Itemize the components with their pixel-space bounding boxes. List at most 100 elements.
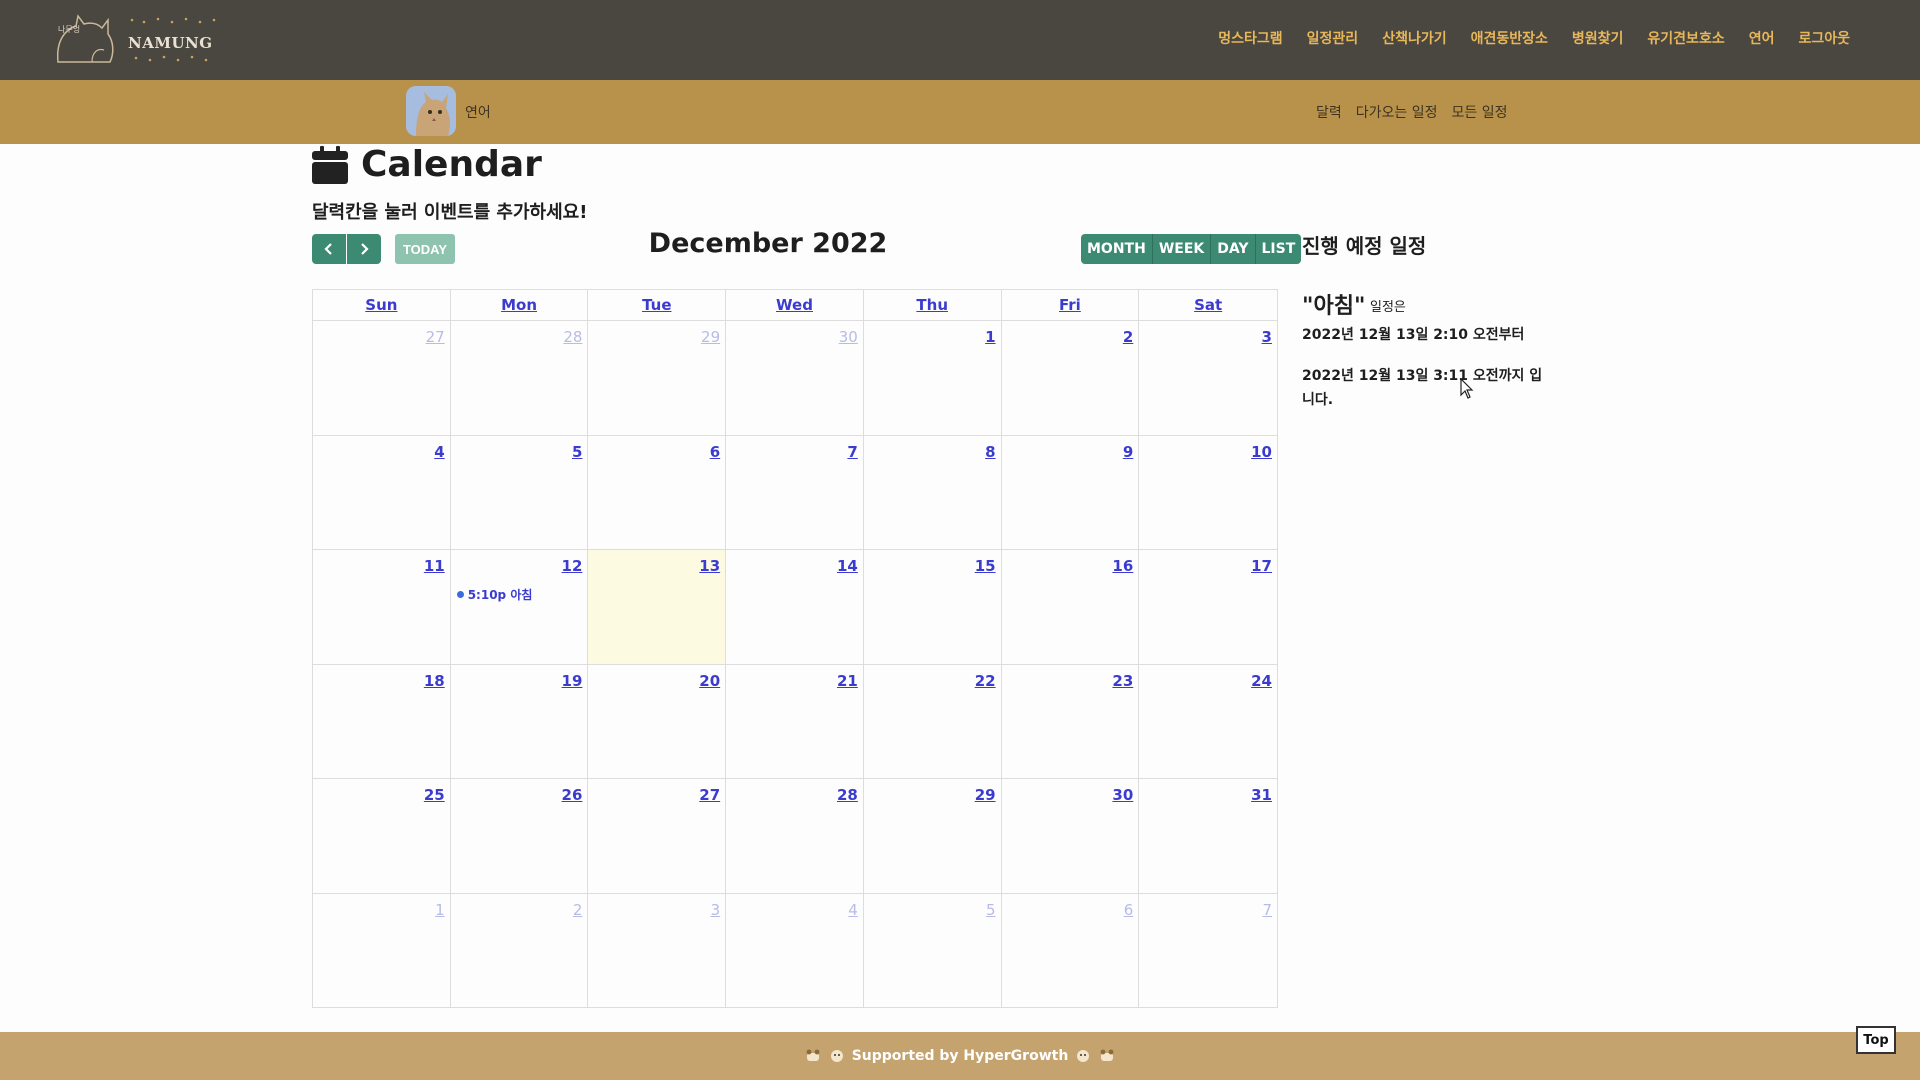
day-cell[interactable]: 29 xyxy=(864,779,1002,893)
prev-month-button[interactable] xyxy=(312,234,346,264)
nav-item-user[interactable]: 연어 xyxy=(1749,28,1775,48)
day-number[interactable]: 29 xyxy=(701,328,720,346)
day-number[interactable]: 29 xyxy=(975,786,996,804)
day-cell[interactable]: 29 xyxy=(588,321,727,435)
next-month-button[interactable] xyxy=(347,234,381,264)
view-week-button[interactable]: WEEK xyxy=(1152,234,1212,264)
day-cell[interactable]: 7 xyxy=(726,435,864,549)
day-number[interactable]: 5 xyxy=(572,443,582,461)
day-number[interactable]: 7 xyxy=(1262,901,1272,919)
day-cell[interactable]: 5 xyxy=(864,893,1002,1007)
day-cell[interactable]: 18 xyxy=(313,664,451,778)
day-cell[interactable]: 30 xyxy=(1002,779,1140,893)
day-cell[interactable]: 7 xyxy=(1139,894,1277,1008)
day-number[interactable]: 19 xyxy=(562,672,583,690)
day-number[interactable]: 20 xyxy=(699,672,720,690)
day-number[interactable]: 5 xyxy=(986,901,996,919)
day-cell[interactable]: 14 xyxy=(726,550,864,664)
day-number[interactable]: 31 xyxy=(1251,786,1272,804)
nav-item-shelter[interactable]: 유기견보호소 xyxy=(1647,28,1724,48)
day-number[interactable]: 2 xyxy=(1123,328,1133,346)
day-cell[interactable]: 1 xyxy=(313,893,451,1007)
day-number[interactable]: 8 xyxy=(985,443,995,461)
view-list-button[interactable]: LIST xyxy=(1255,234,1302,264)
day-number[interactable]: 6 xyxy=(710,443,720,461)
weekday-thu[interactable]: Thu xyxy=(864,290,1002,320)
scroll-top-button[interactable]: Top xyxy=(1856,1026,1896,1054)
subnav-upcoming[interactable]: 다가오는 일정 xyxy=(1356,102,1438,122)
day-cell[interactable]: 26 xyxy=(451,779,589,893)
day-cell[interactable]: 27 xyxy=(588,779,727,893)
day-number[interactable]: 17 xyxy=(1251,557,1272,575)
subnav-all[interactable]: 모든 일정 xyxy=(1452,102,1508,122)
day-number[interactable]: 30 xyxy=(839,328,858,346)
day-cell[interactable]: 28 xyxy=(726,779,864,893)
day-number[interactable]: 4 xyxy=(434,443,444,461)
weekday-mon[interactable]: Mon xyxy=(451,290,589,320)
day-cell[interactable]: 1 xyxy=(864,321,1002,435)
day-cell[interactable]: 12 5:10p 아침 xyxy=(451,550,589,664)
day-number[interactable]: 7 xyxy=(847,443,857,461)
logo[interactable]: 나무엉 NAMUNG xyxy=(52,12,222,68)
day-cell[interactable]: 5 xyxy=(451,435,589,549)
day-cell[interactable]: 21 xyxy=(726,664,864,778)
day-cell-today[interactable]: 13 xyxy=(588,550,727,664)
day-number[interactable]: 22 xyxy=(975,672,996,690)
nav-item-hospital[interactable]: 병원찾기 xyxy=(1572,28,1624,48)
nav-item-pet-places[interactable]: 애견동반장소 xyxy=(1471,28,1548,48)
day-cell[interactable]: 31 xyxy=(1139,779,1277,893)
day-number[interactable]: 16 xyxy=(1112,557,1133,575)
nav-item-instagram[interactable]: 멍스타그램 xyxy=(1218,28,1282,48)
day-cell[interactable]: 3 xyxy=(588,893,727,1007)
weekday-tue[interactable]: Tue xyxy=(588,290,727,320)
weekday-wed[interactable]: Wed xyxy=(726,290,864,320)
weekday-sat[interactable]: Sat xyxy=(1139,290,1277,320)
day-cell[interactable]: 4 xyxy=(726,893,864,1007)
day-number[interactable]: 21 xyxy=(837,672,858,690)
nav-item-walk[interactable]: 산책나가기 xyxy=(1382,28,1446,48)
day-cell[interactable]: 27 xyxy=(313,321,451,435)
nav-item-schedule[interactable]: 일정관리 xyxy=(1307,28,1359,48)
day-number[interactable]: 6 xyxy=(1124,901,1134,919)
day-number[interactable]: 25 xyxy=(424,786,445,804)
avatar[interactable] xyxy=(406,86,456,136)
day-number[interactable]: 27 xyxy=(426,328,445,346)
day-cell[interactable]: 28 xyxy=(451,321,589,435)
day-cell[interactable]: 6 xyxy=(588,435,727,549)
day-number[interactable]: 28 xyxy=(563,328,582,346)
day-cell[interactable]: 11 xyxy=(313,550,451,664)
day-cell[interactable]: 10 xyxy=(1139,436,1277,550)
day-number[interactable]: 11 xyxy=(424,557,445,575)
day-number[interactable]: 30 xyxy=(1112,786,1133,804)
day-number[interactable]: 1 xyxy=(435,901,445,919)
day-cell[interactable]: 17 xyxy=(1139,550,1277,664)
nav-item-logout[interactable]: 로그아웃 xyxy=(1798,28,1850,48)
day-number[interactable]: 18 xyxy=(424,672,445,690)
day-cell[interactable]: 15 xyxy=(864,550,1002,664)
day-number[interactable]: 3 xyxy=(1262,328,1272,346)
day-number[interactable]: 2 xyxy=(573,901,583,919)
day-cell[interactable]: 19 xyxy=(451,664,589,778)
day-cell[interactable]: 20 xyxy=(588,664,727,778)
day-number[interactable]: 9 xyxy=(1123,443,1133,461)
today-button[interactable]: TODAY xyxy=(395,234,455,264)
day-cell[interactable]: 23 xyxy=(1002,664,1140,778)
day-cell[interactable]: 4 xyxy=(313,435,451,549)
day-number[interactable]: 14 xyxy=(837,557,858,575)
day-cell[interactable]: 16 xyxy=(1002,550,1140,664)
day-cell[interactable]: 6 xyxy=(1002,893,1140,1007)
view-day-button[interactable]: DAY xyxy=(1211,234,1256,264)
day-number[interactable]: 15 xyxy=(975,557,996,575)
day-cell[interactable]: 25 xyxy=(313,779,451,893)
day-number[interactable]: 24 xyxy=(1251,672,1272,690)
weekday-fri[interactable]: Fri xyxy=(1002,290,1140,320)
day-number[interactable]: 23 xyxy=(1112,672,1133,690)
weekday-sun[interactable]: Sun xyxy=(313,290,451,320)
day-cell[interactable]: 3 xyxy=(1139,321,1277,435)
day-cell[interactable]: 9 xyxy=(1002,435,1140,549)
day-number[interactable]: 1 xyxy=(985,328,995,346)
day-cell[interactable]: 2 xyxy=(451,893,589,1007)
day-cell[interactable]: 8 xyxy=(864,435,1002,549)
day-number[interactable]: 10 xyxy=(1251,443,1272,461)
calendar-event[interactable]: 5:10p 아침 xyxy=(456,586,532,603)
